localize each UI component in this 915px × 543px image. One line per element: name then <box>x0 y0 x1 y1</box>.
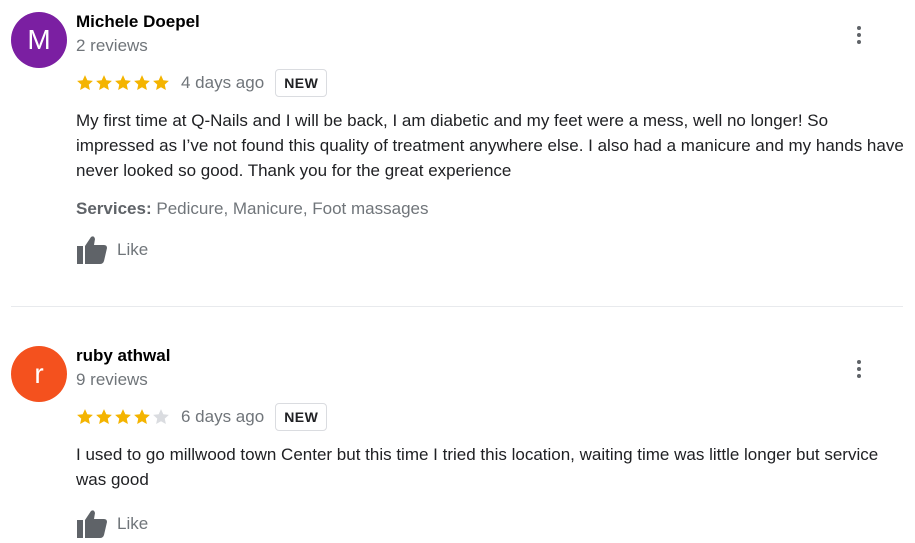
like-label: Like <box>117 240 149 259</box>
review-count: 2 reviews <box>76 36 148 55</box>
review-count: 9 reviews <box>76 370 148 389</box>
new-badge: NEW <box>275 69 328 97</box>
like-label: Like <box>117 514 149 533</box>
review-date: 4 days ago <box>181 73 265 92</box>
services-line: Services: Pedicure, Manicure, Foot massa… <box>76 199 428 219</box>
thumbs-up-icon <box>77 236 107 264</box>
star-filled-icon <box>115 75 131 91</box>
reviewer-name[interactable]: Michele Doepel <box>76 12 200 32</box>
rating-row: 6 days ago NEW <box>76 402 328 432</box>
avatar[interactable]: M <box>11 12 67 68</box>
menu-dot <box>857 367 861 371</box>
services-label: Services: <box>76 199 152 218</box>
like-button[interactable]: Like <box>76 234 148 266</box>
rating-row: 4 days ago NEW <box>76 68 328 98</box>
review-text: My first time at Q-Nails and I will be b… <box>76 111 904 180</box>
review-divider <box>11 306 903 307</box>
star-filled-icon <box>77 75 93 91</box>
reviewer-name[interactable]: ruby athwal <box>76 346 170 366</box>
star-filled-icon <box>153 75 169 91</box>
menu-dot <box>857 40 861 44</box>
menu-dot <box>857 26 861 30</box>
reviews-list: M Michele Doepel 2 reviews 4 days ago NE… <box>0 0 915 543</box>
more-vert-icon[interactable] <box>848 23 870 47</box>
menu-dot <box>857 360 861 364</box>
more-vert-icon[interactable] <box>848 357 870 381</box>
star-filled-icon <box>77 409 93 425</box>
star-filled-icon <box>134 75 150 91</box>
review-date: 6 days ago <box>181 407 265 426</box>
thumbs-up-icon <box>77 510 107 538</box>
menu-dot <box>857 374 861 378</box>
star-rating <box>76 74 170 92</box>
star-empty-icon <box>153 409 169 425</box>
star-filled-icon <box>96 409 112 425</box>
review-text: I used to go millwood town Center but th… <box>76 445 879 489</box>
services-value: Pedicure, Manicure, Foot massages <box>156 199 429 218</box>
like-button[interactable]: Like <box>76 508 148 540</box>
menu-dot <box>857 33 861 37</box>
new-badge: NEW <box>275 403 328 431</box>
star-filled-icon <box>115 409 131 425</box>
avatar[interactable]: r <box>11 346 67 402</box>
star-filled-icon <box>96 75 112 91</box>
star-filled-icon <box>134 409 150 425</box>
star-rating <box>76 408 170 426</box>
